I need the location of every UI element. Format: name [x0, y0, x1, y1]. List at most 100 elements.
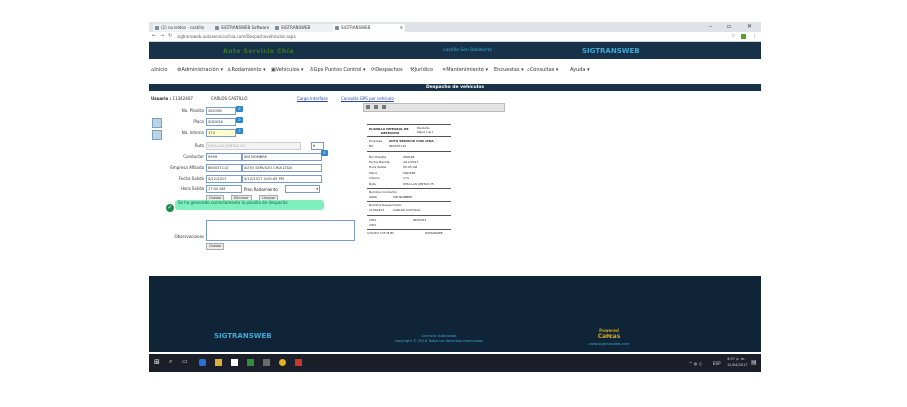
tray-icons[interactable]: ^ ◍ ♫	[689, 361, 702, 366]
hora-input[interactable]: 17:00 AM	[206, 185, 242, 193]
print-icon[interactable]	[382, 105, 386, 109]
minimize-button[interactable]: –	[709, 23, 712, 30]
preview-chia: CHIA	[369, 218, 377, 222]
store-icon[interactable]	[231, 359, 238, 366]
url-field[interactable]: sigtransweb.autoserviciochia.com/Despach…	[177, 33, 717, 40]
close-window-button[interactable]: ✕	[747, 23, 752, 30]
browser-menu-icon[interactable]: ⋮	[752, 33, 757, 39]
preview-row-value: 174	[403, 176, 409, 180]
checkmark-icon: ✓	[166, 204, 174, 212]
edge-icon[interactable]	[199, 359, 206, 366]
preview-row-value: SQD036	[403, 171, 416, 175]
tab-favicon	[275, 26, 279, 30]
pdf-icon[interactable]	[295, 359, 302, 366]
search-planilla-button[interactable]: ⌕	[236, 106, 243, 112]
menu-item-despachos[interactable]: ⟳Despachos	[371, 67, 403, 73]
conductor-name-input[interactable]: SIN NOMBRE	[242, 153, 322, 161]
menu-item-consultas[interactable]: ⌕Consultas ▾	[527, 67, 558, 73]
fecha-label: Fecha Salida	[178, 176, 204, 181]
app-icon[interactable]	[263, 359, 270, 366]
tab-favicon	[155, 26, 159, 30]
excel-icon[interactable]	[247, 359, 254, 366]
interno-input[interactable]: 174	[206, 129, 236, 137]
export-icon[interactable]	[374, 105, 378, 109]
menu-label: Consultas ▾	[529, 67, 559, 73]
menu-item-encuestas[interactable]: Encuestas ▾	[494, 67, 524, 73]
placa-input[interactable]: SQD036	[206, 118, 236, 126]
close-icon[interactable]: ✕	[400, 24, 403, 32]
preview-planilla-no: Planilla No.	[417, 127, 431, 130]
reload-icon[interactable]: ↻	[168, 33, 172, 39]
menu-item-ayuda[interactable]: Ayuda ▾	[570, 67, 590, 73]
ruta-number-input[interactable]: 6	[311, 142, 324, 150]
menu-item-gps[interactable]: ♁Gps Puntos Control ▾	[310, 67, 366, 73]
chrome-icon[interactable]	[279, 359, 286, 366]
menu-item-inicio[interactable]: ⌂Inicio	[151, 67, 167, 73]
preview-row-value: 05:05 AM	[403, 165, 418, 169]
tab-label: SIGTRANSWEB	[341, 25, 371, 30]
plan-rodamiento-label: Plan Rodamiento	[244, 187, 278, 192]
planilla-preview: PLANILLA INTEGRAL DE Planilla No. DESPAC…	[367, 120, 453, 250]
fecha-input[interactable]: 4/12/2017	[206, 175, 242, 183]
preview-row-key: Placa	[369, 171, 377, 175]
fecha-full-input[interactable]: 4/12/2017 4:00:45 PM	[242, 175, 322, 183]
menu-item-juridico[interactable]: ⚒Jurídico	[410, 67, 433, 73]
language-indicator[interactable]: ESP	[713, 361, 720, 366]
user-id: 11342407	[172, 96, 193, 101]
plan-rodamiento-select[interactable]: ▾	[285, 185, 320, 193]
empresa-name-input[interactable]: AUTO SERVICIO CHIA LTDA	[242, 164, 322, 172]
preview-nit-label: Nit	[369, 144, 374, 148]
refresh-icon[interactable]	[366, 105, 370, 109]
user-greeting[interactable]: castillo Sen Balaberta	[443, 48, 492, 53]
menu-label: Despachos	[375, 67, 403, 73]
menu-label: Mantenimiento ▾	[446, 67, 488, 73]
menu-item-rodamiento[interactable]: ♙Rodamiento ▾	[227, 67, 266, 73]
conductor-code-input[interactable]: 9999	[206, 153, 242, 161]
tab-favicon	[335, 26, 339, 30]
search-placa-button[interactable]: ⌕	[236, 117, 243, 123]
page-title: Despacho de vehículos	[149, 84, 761, 91]
clock-time[interactable]: 4:57 p. m.	[727, 357, 745, 361]
site-footer: SIGTRANSWEB Licencia autorizada copyrigh…	[149, 276, 761, 352]
observaciones-textarea[interactable]	[206, 220, 355, 241]
menu-label: Gps Puntos Control ▾	[313, 67, 366, 73]
clock-date[interactable]: 12/04/2017	[727, 363, 748, 367]
search-interno-button[interactable]: ⌕	[236, 128, 243, 134]
cargo-interfase-link[interactable]: Cargo Interfase	[297, 96, 328, 101]
back-icon[interactable]: ←	[152, 33, 156, 39]
browser-tab[interactable]: (2) no leídos - castillo✕	[153, 24, 219, 32]
gps-consulta-link[interactable]: Consulta GPS por vehículo	[341, 96, 394, 101]
grabar-observaciones-button[interactable]: Grabar	[206, 243, 225, 250]
ruta-select[interactable]: CHIA-LAS JUNTAS V5	[206, 142, 301, 150]
menu-label: Inicio	[154, 67, 168, 73]
footer-url-link[interactable]: www.sigtransweb.com	[585, 342, 633, 346]
notifications-icon[interactable]: ▤	[751, 359, 757, 366]
extension-icon[interactable]	[741, 34, 746, 39]
bookmark-star-icon[interactable]: ☆	[731, 33, 735, 39]
preview-empresa-value: AUTO SERVICIO CHIA LTDA	[389, 139, 434, 143]
menu-item-administracion[interactable]: ⚙Administración ▾	[177, 67, 223, 73]
task-view-icon[interactable]: ▭	[182, 358, 188, 365]
browser-tab[interactable]: SIGTRANSWEB Software✕	[213, 24, 279, 32]
tab-label: (2) no leídos - castillo	[161, 25, 205, 30]
menu-item-vehiculos[interactable]: ▣Vehículos ▾	[271, 67, 303, 73]
windows-start-icon[interactable]: ⊞	[154, 358, 160, 366]
menu-label: Vehículos ▾	[275, 67, 304, 73]
screen: (2) no leídos - castillo✕ SIGTRANSWEB So…	[149, 22, 761, 372]
app-brand: SIGTRANSWEB	[582, 47, 640, 55]
search-conductor-button[interactable]: ⌕	[321, 150, 328, 156]
user-label: Usuario : 11342407	[151, 96, 193, 101]
planilla-input[interactable]: 260198	[206, 107, 236, 115]
preview-row-value: CHIA-LAS JUNTAS V5	[403, 182, 434, 186]
browser-tab[interactable]: SIGTRANSWEB✕	[273, 24, 339, 32]
preview-row-value: 260198	[403, 155, 415, 159]
preview-footer-brand: SIGTRANSWEB	[425, 232, 443, 235]
file-explorer-icon[interactable]	[215, 359, 222, 366]
maximize-button[interactable]: ▫	[727, 23, 731, 30]
divider	[367, 215, 451, 216]
empresa-code-input[interactable]: 860037110	[206, 164, 242, 172]
menu-item-mantenimiento[interactable]: ✕Mantenimiento ▾	[442, 67, 488, 73]
search-icon[interactable]: ⌕	[169, 358, 172, 366]
forward-icon[interactable]: →	[160, 33, 164, 39]
browser-tab-active[interactable]: SIGTRANSWEB ✕	[333, 24, 405, 32]
